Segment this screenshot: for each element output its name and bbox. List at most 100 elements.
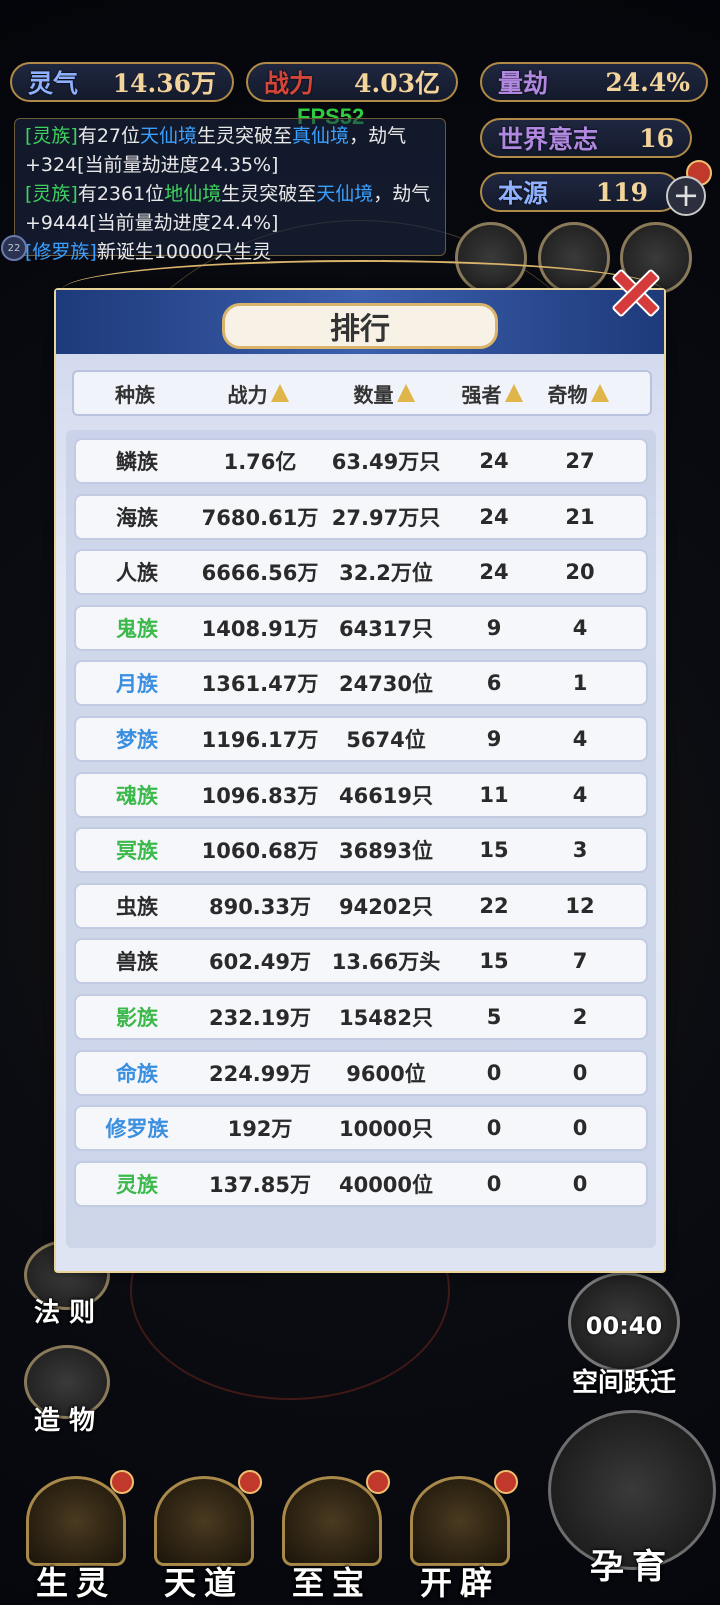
space-jump-button[interactable]: 00:40 空间跃迁 bbox=[558, 1272, 690, 1400]
log-realm: 天仙境 bbox=[316, 183, 374, 205]
row-strong: 0 bbox=[486, 1116, 502, 1141]
close-icon[interactable] bbox=[600, 258, 664, 322]
notification-dot bbox=[110, 1470, 134, 1494]
row-power: 1096.83万 bbox=[201, 783, 319, 808]
row-count: 40000位 bbox=[338, 1172, 434, 1197]
row-race: 鳞族 bbox=[116, 450, 158, 474]
row-strong: 11 bbox=[479, 782, 509, 807]
ranking-row[interactable]: 命族 224.99万 9600位 0 0 bbox=[74, 1049, 648, 1096]
stat-origin-value: 119 bbox=[595, 177, 648, 207]
ranking-row[interactable]: 修罗族 192万 10000只 0 0 bbox=[74, 1105, 648, 1152]
stat-zhanli-label: 战力 bbox=[264, 69, 315, 98]
row-power: 1361.47万 bbox=[201, 672, 319, 697]
ranking-row[interactable]: 魂族 1096.83万 46619只 11 4 bbox=[74, 771, 648, 818]
log-tag: [灵族] bbox=[25, 183, 78, 205]
row-race: 月族 bbox=[116, 672, 158, 697]
row-count: 36893位 bbox=[338, 839, 434, 864]
row-power: 1408.91万 bbox=[201, 616, 319, 641]
sort-arrow-icon bbox=[590, 384, 609, 402]
stat-liangjie: 量劫 24.4% bbox=[480, 62, 708, 102]
row-count: 10000只 bbox=[338, 1117, 434, 1142]
flame-icon bbox=[410, 1476, 510, 1566]
sort-arrow-icon bbox=[504, 384, 523, 402]
log-badge-icon[interactable]: 22 bbox=[1, 235, 27, 261]
nav-zhibao[interactable]: 至宝 bbox=[272, 1470, 392, 1605]
row-count: 15482只 bbox=[338, 1006, 434, 1030]
ranking-row[interactable]: 鬼族 1408.91万 64317只 9 4 bbox=[74, 604, 648, 651]
nav-shengling[interactable]: 生灵 bbox=[16, 1470, 136, 1605]
ranking-row[interactable]: 鳞族 1.76亿 63.49万只 24 27 bbox=[74, 438, 648, 484]
ranking-panel: 排行 种族 战力 数量 强者 奇物 鳞族 1.76亿 63.49万只 24 27 海族 76… bbox=[54, 260, 666, 1273]
row-strong: 0 bbox=[486, 1171, 502, 1196]
ranking-row[interactable]: 冥族 1060.68万 36893位 15 3 bbox=[74, 827, 648, 874]
notification-dot bbox=[238, 1470, 262, 1494]
ranking-row[interactable]: 虫族 890.33万 94202只 22 12 bbox=[74, 882, 648, 929]
row-race: 命族 bbox=[116, 1061, 158, 1086]
row-race: 梦族 bbox=[116, 728, 158, 752]
stat-origin-label: 本源 bbox=[498, 179, 549, 208]
sort-by-strong[interactable]: 强者 bbox=[448, 379, 536, 408]
log-realm: 天仙境 bbox=[140, 125, 198, 147]
row-power: 890.33万 bbox=[208, 894, 312, 919]
row-treasure: 21 bbox=[565, 504, 595, 529]
row-treasure: 4 bbox=[572, 782, 588, 807]
stat-origin: 本源 119 bbox=[480, 172, 680, 212]
row-count: 24730位 bbox=[338, 672, 434, 697]
row-strong: 24 bbox=[479, 560, 509, 585]
row-treasure: 12 bbox=[565, 893, 595, 918]
row-treasure: 2 bbox=[572, 1005, 588, 1029]
heaven-way-icon bbox=[154, 1476, 254, 1566]
row-strong: 24 bbox=[479, 504, 509, 529]
ranking-row[interactable]: 海族 7680.61万 27.97万只 24 21 bbox=[74, 493, 648, 540]
row-treasure: 0 bbox=[572, 1171, 588, 1196]
row-strong: 9 bbox=[486, 727, 502, 751]
row-strong: 9 bbox=[486, 615, 502, 640]
sort-by-treasure[interactable]: 奇物 bbox=[536, 379, 620, 408]
row-treasure: 0 bbox=[572, 1116, 588, 1141]
row-count: 9600位 bbox=[346, 1061, 426, 1086]
ranking-header-row: 种族 战力 数量 强者 奇物 bbox=[72, 370, 652, 416]
panel-title: 排行 bbox=[222, 303, 498, 349]
row-power: 1196.17万 bbox=[201, 728, 319, 752]
ranking-list[interactable]: 鳞族 1.76亿 63.49万只 24 27 海族 7680.61万 27.97万只 24 21 人… bbox=[66, 430, 656, 1248]
log-realm: 真仙境 bbox=[292, 125, 350, 147]
sort-by-power[interactable]: 战力 bbox=[196, 379, 320, 408]
header-strong-label: 强者 bbox=[461, 382, 502, 407]
stat-world-will-value: 16 bbox=[639, 123, 674, 153]
log-text: 新诞生10000只生灵 bbox=[96, 241, 272, 263]
log-realm: 地仙境 bbox=[164, 183, 222, 205]
nav-kaipi[interactable]: 开辟 bbox=[400, 1470, 520, 1605]
nav-shengling-label: 生灵 bbox=[35, 1564, 116, 1602]
ranking-row[interactable]: 梦族 1196.17万 5674位 9 4 bbox=[74, 716, 648, 762]
row-race: 修罗族 bbox=[105, 1117, 169, 1142]
stat-liangjie-label: 量劫 bbox=[498, 69, 549, 98]
log-text: 生灵突破至 bbox=[221, 183, 317, 205]
row-strong: 15 bbox=[479, 838, 509, 863]
row-count: 13.66万头 bbox=[331, 950, 441, 975]
sort-by-count[interactable]: 数量 bbox=[320, 379, 448, 408]
nav-tiandao[interactable]: 天道 bbox=[144, 1470, 264, 1605]
treasure-icon bbox=[282, 1476, 382, 1566]
creature-icon bbox=[26, 1476, 126, 1566]
notification-dot bbox=[494, 1470, 518, 1494]
ranking-row[interactable]: 人族 6666.56万 32.2万位 24 20 bbox=[74, 549, 648, 596]
row-treasure: 1 bbox=[572, 671, 588, 696]
row-race: 海族 bbox=[116, 505, 158, 530]
log-line-2: [灵族]有2361位地仙境生灵突破至天仙境，劫气+9444[当前量劫进度24.4… bbox=[25, 180, 435, 238]
space-jump-label: 空间跃迁 bbox=[571, 1368, 676, 1398]
ranking-row[interactable]: 灵族 137.85万 40000位 0 0 bbox=[74, 1160, 648, 1207]
ranking-row[interactable]: 影族 232.19万 15482只 5 2 bbox=[74, 994, 648, 1040]
nav-yunyu-label: 孕育 bbox=[590, 1547, 674, 1587]
row-power: 6666.56万 bbox=[201, 561, 319, 586]
nav-yunyu[interactable]: 孕育 bbox=[548, 1410, 716, 1600]
row-count: 27.97万只 bbox=[331, 505, 441, 530]
nav-tiandao-label: 天道 bbox=[163, 1564, 244, 1602]
add-origin-button[interactable]: + bbox=[666, 176, 706, 216]
stat-lingqi-label: 灵气 bbox=[28, 69, 79, 98]
row-count: 32.2万位 bbox=[339, 561, 433, 586]
ranking-row[interactable]: 兽族 602.49万 13.66万头 15 7 bbox=[74, 938, 648, 985]
ranking-row[interactable]: 月族 1361.47万 24730位 6 1 bbox=[74, 660, 648, 707]
stat-world-will: 世界意志 16 bbox=[480, 118, 692, 158]
row-treasure: 3 bbox=[572, 838, 588, 863]
row-race: 兽族 bbox=[116, 950, 158, 975]
